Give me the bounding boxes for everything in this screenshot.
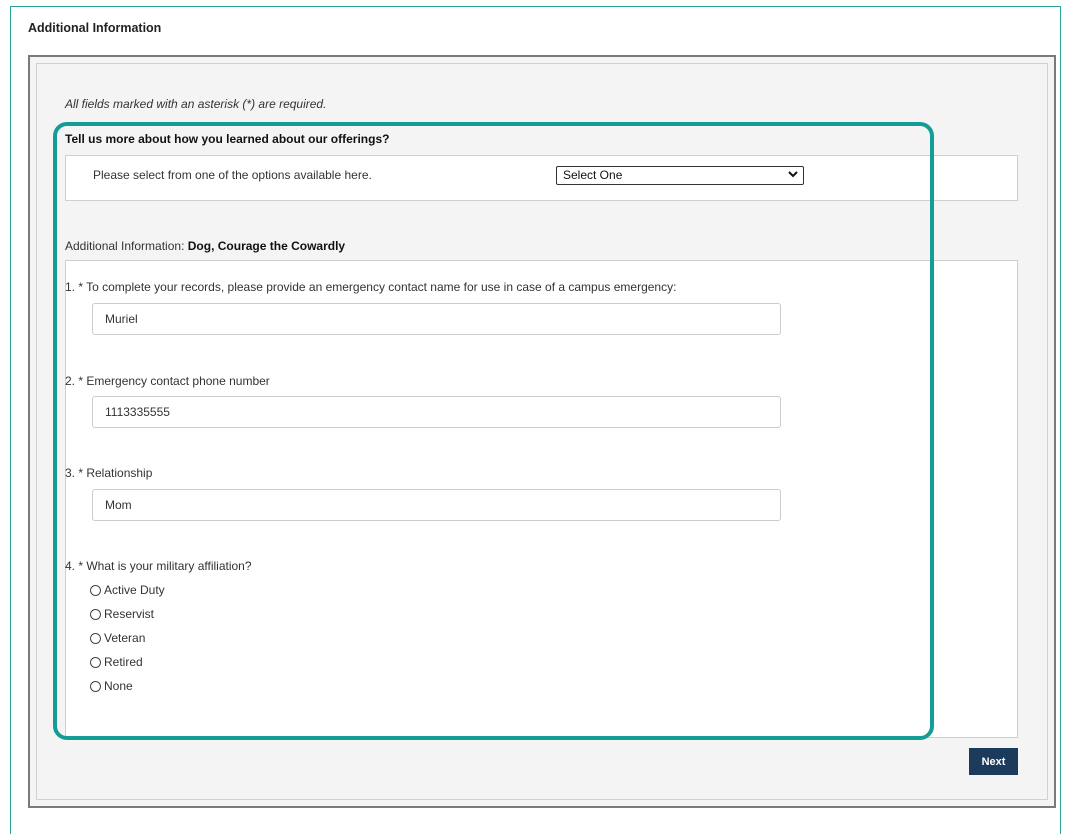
radio-label: None (104, 679, 133, 693)
source-question-heading: Tell us more about how you learned about… (65, 132, 390, 146)
relationship-input[interactable] (92, 489, 781, 521)
source-question-label: Please select from one of the options av… (93, 168, 372, 182)
radio-circle-icon (90, 584, 101, 596)
question-2-label: 2. * Emergency contact phone number (65, 374, 270, 388)
radio-none[interactable]: None (90, 679, 133, 693)
radio-active-duty[interactable]: Active Duty (90, 583, 165, 597)
radio-circle-icon (90, 656, 101, 668)
radio-label: Reservist (104, 607, 155, 621)
radio-circle-icon (90, 632, 101, 644)
radio-reservist[interactable]: Reservist (90, 607, 154, 621)
student-name: Dog, Courage the Cowardly (187, 239, 346, 253)
form-panel: All fields marked with an asterisk (*) a… (28, 55, 1056, 808)
page-title: Additional Information (28, 21, 162, 35)
radio-veteran[interactable]: Veteran (90, 631, 145, 645)
question-3-label: 3. * Relationship (65, 466, 153, 480)
question-1-label: 1. * To complete your records, please pr… (65, 280, 677, 294)
student-heading: Additional Information: Dog, Courage the… (65, 239, 345, 253)
emergency-phone-input[interactable] (92, 396, 781, 428)
chevron-down-icon (788, 168, 798, 185)
radio-circle-icon (90, 680, 101, 692)
radio-label: Veteran (104, 631, 146, 645)
radio-label: Retired (104, 655, 143, 669)
radio-circle-icon (90, 608, 101, 620)
source-question-box: Please select from one of the options av… (65, 155, 1018, 201)
required-note: All fields marked with an asterisk (*) a… (65, 97, 327, 111)
source-select-value: Select One (563, 168, 623, 182)
next-button[interactable]: Next (969, 748, 1018, 775)
student-heading-prefix: Additional Information: (65, 239, 188, 253)
question-4-label: 4. * What is your military affiliation? (65, 559, 252, 573)
questions-box: 1. * To complete your records, please pr… (65, 260, 1018, 738)
emergency-contact-name-input[interactable] (92, 303, 781, 335)
radio-label: Active Duty (104, 583, 165, 597)
source-select[interactable]: Select One (556, 166, 804, 185)
radio-retired[interactable]: Retired (90, 655, 143, 669)
